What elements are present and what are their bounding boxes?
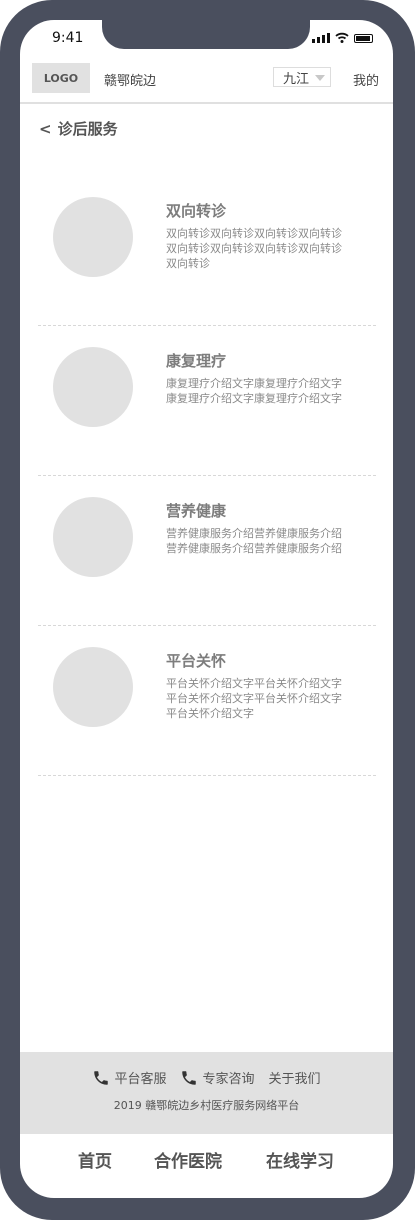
expert-consult-link[interactable]: 专家咨询 [180,1068,255,1087]
tab-home[interactable]: 首页 [78,1147,112,1172]
expert-consult-label: 专家咨询 [202,1072,255,1087]
service-image-placeholder [53,497,133,577]
service-image-placeholder [53,647,133,727]
service-list: 双向转诊 双向转诊双向转诊双向转诊双向转诊双向转诊双向转诊双向转诊双向转诊双向转… [38,176,376,776]
mine-link[interactable]: 我的 [353,70,379,89]
customer-service-label: 平台客服 [114,1072,167,1087]
service-title: 平台关怀 [166,652,227,670]
service-title: 双向转诊 [166,202,227,220]
service-image-placeholder [53,197,133,277]
service-item[interactable]: 平台关怀 平台关怀介绍文字平台关怀介绍文字平台关怀介绍文字平台关怀介绍文字平台关… [38,626,376,776]
service-item[interactable]: 康复理疗 康复理疗介绍文字康复理疗介绍文字康复理疗介绍文字康复理疗介绍文字 [38,326,376,476]
service-description: 营养健康服务介绍营养健康服务介绍营养健康服务介绍营养健康服务介绍 [166,527,342,555]
status-icons [312,32,373,43]
site-name: 赣鄂皖边 [104,74,157,89]
notch [102,20,310,49]
status-time: 9:41 [52,30,84,46]
wifi-icon [335,32,349,43]
back-arrow-icon: < [39,119,52,138]
service-item[interactable]: 营养健康 营养健康服务介绍营养健康服务介绍营养健康服务介绍营养健康服务介绍 [38,476,376,626]
signal-icon [312,33,330,43]
phone-icon [182,1070,197,1085]
page-title: 诊后服务 [57,120,118,138]
footer-links: 平台客服 专家咨询 关于我们 [20,1068,393,1087]
service-description: 双向转诊双向转诊双向转诊双向转诊双向转诊双向转诊双向转诊双向转诊双向转诊 [166,227,342,270]
city-label: 九江 [283,71,310,87]
logo[interactable]: LOGO [32,63,90,93]
phone-frame: 9:41 LOGO 赣鄂皖边 九江 我的 < 诊后服务 双向转诊 双向转诊双向转… [0,0,415,1220]
tab-online-learning[interactable]: 在线学习 [266,1147,334,1172]
customer-service-link[interactable]: 平台客服 [92,1068,166,1087]
phone-icon [94,1070,109,1085]
battery-icon [354,34,373,43]
caret-down-icon [315,75,325,81]
top-header: LOGO 赣鄂皖边 九江 我的 [20,62,393,104]
service-title: 康复理疗 [166,352,227,370]
screen: 9:41 LOGO 赣鄂皖边 九江 我的 < 诊后服务 双向转诊 双向转诊双向转… [20,20,393,1198]
service-item[interactable]: 双向转诊 双向转诊双向转诊双向转诊双向转诊双向转诊双向转诊双向转诊双向转诊双向转… [38,176,376,326]
bottom-nav: 首页 合作医院 在线学习 [20,1134,393,1184]
copyright: 2019 赣鄂皖边乡村医疗服务网络平台 [113,1099,300,1112]
back-button[interactable]: < 诊后服务 [39,118,118,139]
service-description: 平台关怀介绍文字平台关怀介绍文字平台关怀介绍文字平台关怀介绍文字平台关怀介绍文字 [166,677,342,720]
service-image-placeholder [53,347,133,427]
about-us-link[interactable]: 关于我们 [269,1068,321,1087]
tab-partner-hospitals[interactable]: 合作医院 [154,1147,222,1172]
service-title: 营养健康 [166,502,227,520]
city-selector[interactable]: 九江 [273,67,331,87]
footer-info: 平台客服 专家咨询 关于我们 2019 赣鄂皖边乡村医疗服务网络平台 [20,1052,393,1134]
service-description: 康复理疗介绍文字康复理疗介绍文字康复理疗介绍文字康复理疗介绍文字 [166,377,342,405]
